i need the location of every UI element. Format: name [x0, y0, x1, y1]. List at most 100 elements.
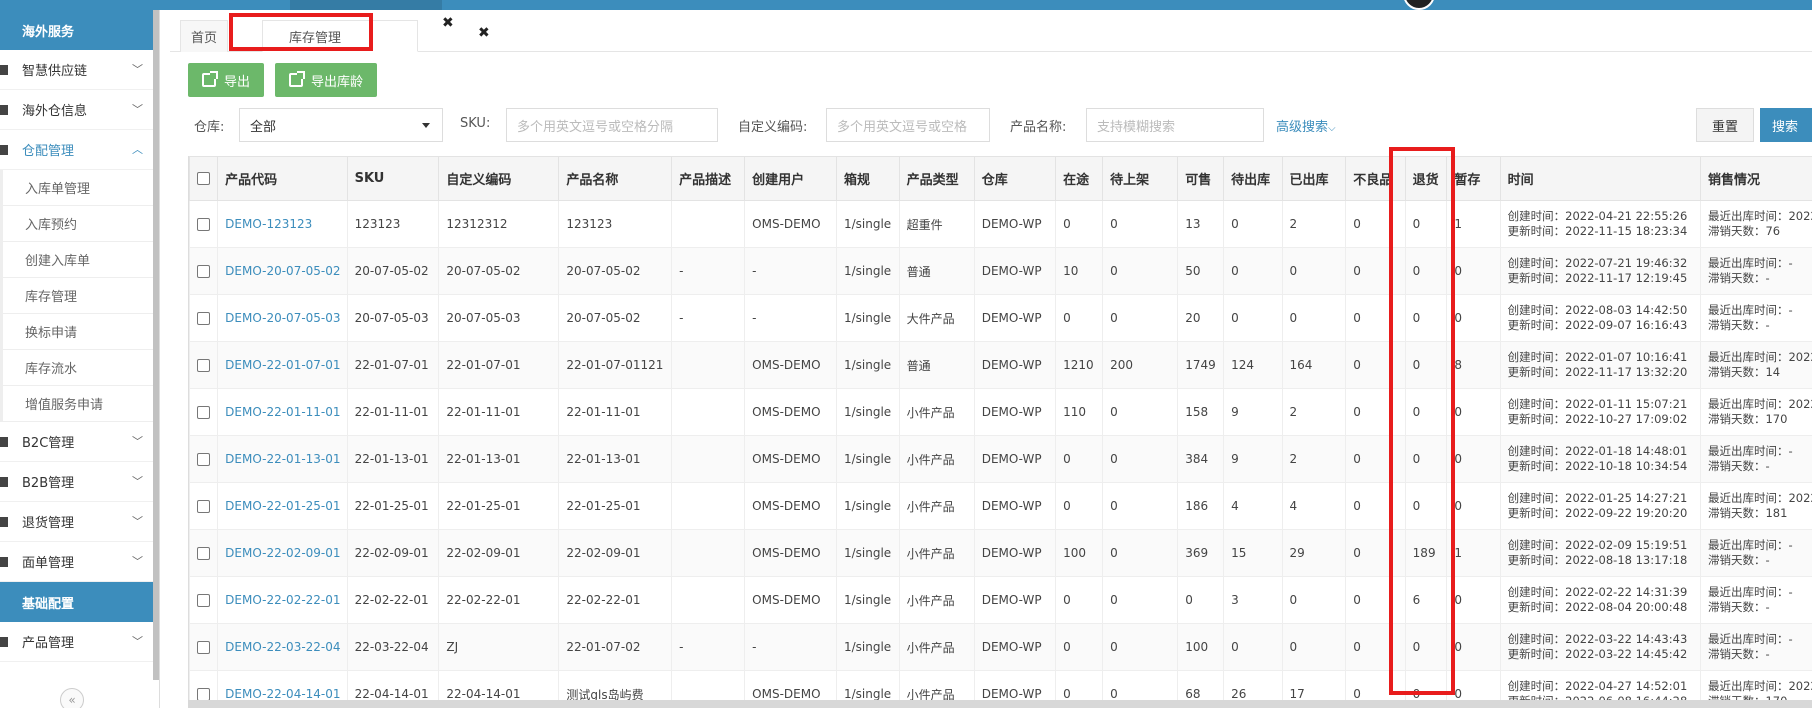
cell-sales-line: 滞销天数：-	[1707, 271, 1770, 285]
sidebar-scrollbar[interactable]	[153, 10, 159, 680]
column-header[interactable]: 在途	[1055, 156, 1104, 201]
product-code-link[interactable]: DEMO-123123	[217, 200, 348, 248]
row-select-cell	[189, 294, 219, 342]
product-code-link[interactable]: DEMO-20-07-05-03	[217, 294, 348, 342]
column-header[interactable]: 产品代码	[217, 156, 348, 201]
column-header[interactable]: 时间	[1499, 156, 1701, 201]
cell-sku: 22-01-11-01	[346, 388, 440, 436]
navbar-active-segment[interactable]	[290, 0, 442, 10]
table-row[interactable]: DEMO-22-03-22-04 22-03-22-04 ZJ 22-01-07-02…	[189, 623, 1812, 671]
cell-shipped: 2	[1281, 388, 1347, 436]
cell-custom: ZJ	[438, 623, 560, 671]
select-all-checkbox[interactable]	[197, 172, 210, 185]
row-checkbox[interactable]	[197, 218, 210, 231]
cell-sellable: 0	[1177, 576, 1225, 624]
export-age-button[interactable]: 导出库龄	[275, 63, 378, 97]
sidebar-item[interactable]: 产品管理 ﹀	[0, 622, 159, 662]
product-name-input[interactable]: 支持模糊搜索	[1086, 108, 1264, 142]
product-code-link[interactable]: DEMO-22-02-22-01	[217, 576, 348, 624]
search-button[interactable]: 搜索	[1760, 108, 1812, 142]
column-header[interactable]: 自定义编码	[438, 156, 560, 201]
reset-button[interactable]: 重置	[1696, 108, 1754, 142]
chevron-down-icon: ﹀	[132, 555, 143, 568]
column-header[interactable]: 仓库	[973, 156, 1057, 201]
cell-sales: 最近出库时间：- 滞销天数：-	[1699, 623, 1812, 671]
sidebar-item[interactable]: B2B管理 ﹀	[0, 462, 159, 502]
row-checkbox[interactable]	[197, 312, 210, 325]
row-checkbox[interactable]	[197, 406, 210, 419]
sidebar-subitem[interactable]: 库存流水	[3, 350, 159, 386]
sidebar-subitem[interactable]: 库存管理	[3, 278, 159, 314]
product-code-link[interactable]: DEMO-22-03-22-04	[217, 623, 348, 671]
column-header[interactable]: 销售情况	[1699, 156, 1812, 201]
column-header[interactable]: 待上架	[1102, 156, 1179, 201]
column-header[interactable]: 可售	[1177, 156, 1225, 201]
cell-pending_shelf: 0	[1102, 623, 1179, 671]
sidebar-item[interactable]: 智慧供应链 ﹀	[0, 50, 159, 90]
column-header[interactable]: 产品名称	[558, 156, 673, 201]
sidebar-subitem[interactable]: 换标申请	[3, 314, 159, 350]
table-row[interactable]: DEMO-20-07-05-02 20-07-05-02 20-07-05-02 20…	[189, 247, 1812, 295]
column-header[interactable]: 箱规	[835, 156, 900, 201]
sidebar-subitem[interactable]: 增值服务申请	[3, 386, 159, 422]
inventory-table: 产品代码 SKU 自定义编码 产品名称 产品描述 创建用户 箱规 产品类型 仓库 在途 待上架 可售待…	[189, 156, 1812, 708]
column-header[interactable]: 已出库	[1281, 156, 1347, 201]
sidebar-item[interactable]: 面单管理 ﹀	[0, 542, 159, 582]
product-code-link[interactable]: DEMO-20-07-05-02	[217, 247, 348, 295]
sidebar-item[interactable]: B2C管理 ﹀	[0, 422, 159, 462]
collapse-sidebar-icon[interactable]: «	[60, 688, 84, 708]
warehouse-select[interactable]: 全部	[239, 108, 443, 142]
cell-user: -	[744, 294, 837, 342]
sidebar-item[interactable]: 海外仓信息 ﹀	[0, 90, 159, 130]
column-header[interactable]: 待出库	[1223, 156, 1283, 201]
table-row[interactable]: DEMO-22-01-25-01 22-01-25-01 22-01-25-01 22…	[189, 482, 1812, 530]
row-select-cell	[189, 529, 219, 577]
column-header[interactable]: 产品类型	[898, 156, 975, 201]
row-checkbox[interactable]	[197, 500, 210, 513]
cell-desc: -	[671, 623, 746, 671]
cell-type: 超重件	[898, 200, 975, 248]
sidebar-subitem[interactable]: 入库预约	[3, 206, 159, 242]
cell-sellable: 100	[1177, 623, 1225, 671]
table-row[interactable]: DEMO-22-01-13-01 22-01-13-01 22-01-13-01 22…	[189, 435, 1812, 483]
product-code-link[interactable]: DEMO-22-02-09-01	[217, 529, 348, 577]
table-row[interactable]: DEMO-22-02-09-01 22-02-09-01 22-02-09-01 22…	[189, 529, 1812, 577]
table-row[interactable]: DEMO-20-07-05-03 20-07-05-03 20-07-05-03 20…	[189, 294, 1812, 342]
custom-code-input[interactable]: 多个用英文逗号或空格	[826, 108, 990, 142]
table-row[interactable]: DEMO-123123 123123 12312312 123123 OMS-DEMO 1…	[189, 200, 1812, 248]
cell-name: 22-01-11-01	[558, 388, 673, 436]
cell-time-line: 更新时间：2022-11-17 12:19:45	[1507, 271, 1688, 285]
cell-wh: DEMO-WP	[973, 388, 1057, 436]
sidebar-item[interactable]: 退货管理 ﹀	[0, 502, 159, 542]
row-checkbox[interactable]	[197, 453, 210, 466]
cell-desc: -	[671, 294, 746, 342]
row-checkbox[interactable]	[197, 594, 210, 607]
export-button[interactable]: 导出	[188, 63, 265, 97]
product-code-link[interactable]: DEMO-22-01-07-01	[217, 341, 348, 389]
product-code-link[interactable]: DEMO-22-01-13-01	[217, 435, 348, 483]
product-code-link[interactable]: DEMO-22-01-25-01	[217, 482, 348, 530]
column-header[interactable]: SKU	[346, 156, 440, 201]
sidebar-subitem[interactable]: 入库单管理	[3, 170, 159, 206]
advanced-search-link[interactable]: 高级搜索⌵	[1276, 116, 1336, 135]
row-checkbox[interactable]	[197, 359, 210, 372]
row-checkbox[interactable]	[197, 641, 210, 654]
table-horizontal-scrollbar[interactable]	[188, 700, 1812, 708]
table-row[interactable]: DEMO-22-01-11-01 22-01-11-01 22-01-11-01 22…	[189, 388, 1812, 436]
sku-input[interactable]: 多个用英文逗号或空格分隔	[506, 108, 718, 142]
close-tab-icon[interactable]: ✖	[442, 15, 454, 31]
column-header[interactable]: 创建用户	[744, 156, 837, 201]
tab-home[interactable]: 首页	[180, 20, 229, 52]
cell-user: OMS-DEMO	[744, 388, 837, 436]
row-checkbox[interactable]	[197, 265, 210, 278]
sidebar-subitem[interactable]: 创建入库单	[3, 242, 159, 278]
table-row[interactable]: DEMO-22-01-07-01 22-01-07-01 22-01-07-01 22…	[189, 341, 1812, 389]
user-avatar[interactable]	[1403, 0, 1435, 10]
column-header[interactable]: 产品描述	[671, 156, 746, 201]
product-code-link[interactable]: DEMO-22-01-11-01	[217, 388, 348, 436]
sidebar-item[interactable]: 仓配管理 ︿	[0, 130, 159, 170]
chevron-down-icon	[422, 123, 430, 128]
close-all-tabs-icon[interactable]: ✖	[478, 25, 490, 41]
table-row[interactable]: DEMO-22-02-22-01 22-02-22-01 22-02-22-01 22…	[189, 576, 1812, 624]
row-checkbox[interactable]	[197, 547, 210, 560]
